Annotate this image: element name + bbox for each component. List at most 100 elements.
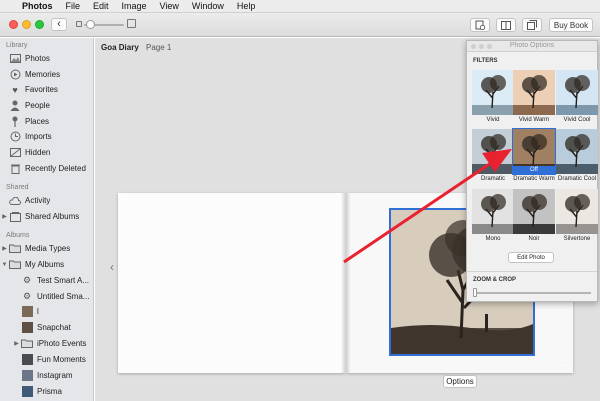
- menu-view[interactable]: View: [160, 1, 179, 11]
- page-indicator: Page 1: [146, 43, 172, 52]
- photo-options-panel: Photo Options FILTERS Vivid Vivid Warm Viv…: [466, 40, 598, 302]
- menu-help[interactable]: Help: [237, 1, 256, 11]
- sidebar-item-imports[interactable]: Imports: [0, 129, 94, 144]
- filter-vivid[interactable]: Vivid: [472, 70, 514, 124]
- disclosure-triangle-icon[interactable]: ▶: [12, 340, 21, 347]
- sidebar-item-hidden[interactable]: Hidden: [0, 145, 94, 160]
- sidebar-item-shared-albums[interactable]: ▶ Shared Albums: [0, 209, 94, 224]
- toolbar: ‹ Buy Book: [0, 13, 600, 37]
- disclosure-triangle-icon[interactable]: ▶: [0, 213, 9, 220]
- filter-thumbnail: [513, 70, 555, 115]
- album-thumbnail-icon: [21, 322, 33, 334]
- sidebar-item-media-types[interactable]: ▶ Media Types: [0, 241, 94, 256]
- sidebar-item-untitled-smart-album[interactable]: ⚙ Untitled Sma...: [0, 289, 94, 304]
- sidebar-item-iphoto-events[interactable]: ▶ iPhoto Events: [0, 336, 94, 351]
- sidebar-item-photos[interactable]: Photos: [0, 51, 94, 66]
- sidebar-item-label: l: [37, 307, 39, 316]
- sidebar-item-activity[interactable]: Activity: [0, 193, 94, 208]
- book-spine: [341, 193, 351, 373]
- filter-thumbnail: [513, 189, 555, 234]
- menu-edit[interactable]: Edit: [93, 1, 109, 11]
- cloud-icon: [9, 195, 21, 207]
- sidebar-item-label: Memories: [25, 70, 61, 79]
- zoom-crop-slider-knob[interactable]: [473, 288, 477, 297]
- sidebar-item-fun-moments[interactable]: Fun Moments: [0, 352, 94, 367]
- menu-photos[interactable]: Photos: [22, 1, 53, 11]
- filter-thumbnail: [472, 189, 514, 234]
- filter-label: Dramatic Warm: [513, 176, 555, 182]
- panel-title: Photo Options: [509, 42, 555, 49]
- pages-icon: [527, 20, 537, 30]
- sidebar-item-places[interactable]: Places: [0, 114, 94, 129]
- panel-title-bar[interactable]: Photo Options: [467, 41, 597, 52]
- menu-window[interactable]: Window: [192, 1, 224, 11]
- sidebar-item-my-albums[interactable]: ▼ My Albums: [0, 257, 94, 272]
- filter-label: Noir: [528, 236, 540, 242]
- menu-image[interactable]: Image: [122, 1, 147, 11]
- sidebar: Library Photos Memories ♥ Favorites Peop…: [0, 38, 94, 401]
- heart-icon: ♥: [12, 84, 18, 95]
- sidebar-item-label: Photos: [25, 54, 50, 63]
- sidebar-item-instagram[interactable]: Instagram: [0, 368, 94, 383]
- chevron-left-icon: ‹: [57, 18, 61, 30]
- filter-dramatic-warm[interactable]: Off Dramatic Warm: [512, 128, 556, 183]
- disclosure-triangle-icon[interactable]: ▼: [0, 262, 9, 268]
- trash-icon: [9, 163, 21, 175]
- filter-silvertone[interactable]: Silvertone: [556, 189, 598, 243]
- options-button[interactable]: Options: [443, 375, 477, 388]
- sidebar-item-album-l[interactable]: l: [0, 304, 94, 319]
- sidebar-item-label: Places: [25, 117, 50, 126]
- sidebar-item-label: My Albums: [25, 260, 65, 269]
- filters-heading: FILTERS: [473, 58, 498, 64]
- layout-button[interactable]: [496, 18, 516, 32]
- filter-label: Vivid Warm: [518, 117, 550, 123]
- menu-bar: Photos File Edit Image View Window Help: [0, 0, 600, 13]
- filter-thumbnail: [472, 129, 514, 174]
- minimize-window-button[interactable]: [22, 20, 31, 29]
- hidden-icon: [9, 147, 21, 159]
- gear-icon: ⚙: [22, 275, 32, 285]
- edit-photo-button[interactable]: Edit Photo: [508, 252, 554, 263]
- sidebar-item-recently-deleted[interactable]: Recently Deleted: [0, 161, 94, 176]
- filter-vivid-warm[interactable]: Vivid Warm: [513, 70, 555, 124]
- sidebar-item-label: Snapchat: [37, 323, 71, 332]
- sidebar-item-memories[interactable]: Memories: [0, 67, 94, 82]
- menu-file[interactable]: File: [66, 1, 81, 11]
- buy-book-button[interactable]: Buy Book: [549, 18, 593, 32]
- sidebar-item-label: Favorites: [25, 85, 58, 94]
- sidebar-item-people[interactable]: People: [0, 98, 94, 113]
- person-icon: [9, 100, 21, 112]
- album-thumbnail-icon: [21, 386, 33, 398]
- add-page-button[interactable]: [522, 18, 542, 32]
- filter-mono[interactable]: Mono: [472, 189, 514, 243]
- sidebar-item-prisma[interactable]: Prisma: [0, 384, 94, 399]
- shared-album-icon: [9, 211, 21, 223]
- pin-icon: [9, 116, 21, 128]
- back-button[interactable]: ‹: [51, 18, 67, 31]
- filter-dramatic[interactable]: Dramatic: [472, 129, 514, 183]
- sidebar-item-favorites[interactable]: ♥ Favorites: [0, 82, 94, 97]
- shared-section-label: Shared: [6, 184, 29, 191]
- disclosure-triangle-icon[interactable]: ▶: [0, 245, 9, 252]
- folder-icon: [21, 338, 33, 350]
- sidebar-item-label: Imports: [25, 132, 52, 141]
- filter-thumbnail: [556, 129, 598, 174]
- book-page-left[interactable]: [118, 193, 345, 373]
- sidebar-item-snapchat[interactable]: Snapchat: [0, 320, 94, 335]
- zoom-slider-knob[interactable]: [86, 20, 95, 29]
- large-thumbnail-icon: [127, 19, 136, 28]
- album-thumbnail-icon: [21, 306, 33, 318]
- filter-label: Vivid: [486, 117, 500, 123]
- zoom-crop-slider[interactable]: [475, 292, 591, 294]
- zoom-window-button[interactable]: [35, 20, 44, 29]
- sidebar-item-label: Shared Albums: [25, 212, 80, 221]
- close-window-button[interactable]: [9, 20, 18, 29]
- previous-page-arrow-icon[interactable]: ‹: [110, 260, 114, 274]
- sidebar-item-test-smart-album[interactable]: ⚙ Test Smart A...: [0, 273, 94, 288]
- folder-icon: [9, 243, 21, 255]
- filter-noir[interactable]: Noir: [513, 189, 555, 243]
- folder-icon: [9, 259, 21, 271]
- info-button[interactable]: [470, 18, 490, 32]
- filter-dramatic-cool[interactable]: Dramatic Cool: [556, 129, 598, 183]
- filter-vivid-cool[interactable]: Vivid Cool: [556, 70, 598, 124]
